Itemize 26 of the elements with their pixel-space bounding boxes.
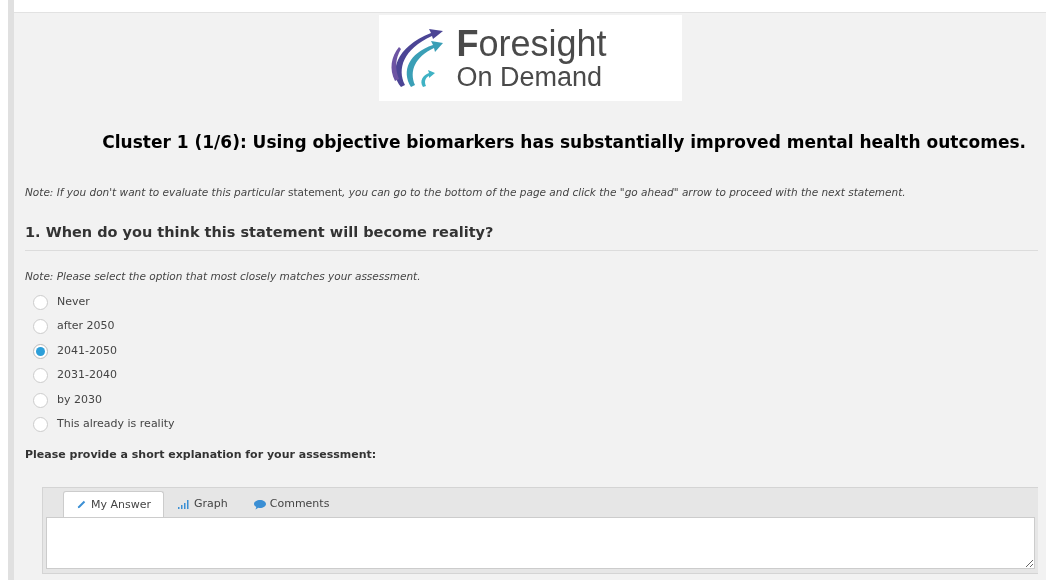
radio-option[interactable]: by 2030 bbox=[25, 391, 1038, 409]
tab[interactable]: Graph bbox=[166, 491, 240, 518]
question-heading: 1. When do you think this statement will become reality? bbox=[25, 223, 495, 243]
speech-bubble-icon bbox=[253, 498, 266, 510]
answer-field[interactable] bbox=[46, 517, 1035, 570]
radio-button[interactable] bbox=[33, 417, 48, 432]
radio-button[interactable] bbox=[33, 392, 48, 408]
pencil-icon bbox=[76, 499, 87, 511]
radio-button[interactable] bbox=[33, 319, 48, 334]
skip-note: Note: If you don't want to evaluate this particular statement, you can go to the bottom of the page and click the "go ahead" arrow to proceed with the next statement. bbox=[25, 184, 907, 200]
tab[interactable]: Comments bbox=[241, 491, 342, 518]
radio-button[interactable] bbox=[33, 294, 48, 310]
logo-title: Foresight bbox=[456, 25, 607, 62]
page-title: Cluster 1 (1/6): Using objective biomarkers has substantially improved mental health outcomes. bbox=[102, 131, 1026, 154]
bar-chart-icon bbox=[178, 499, 190, 510]
radio-button[interactable] bbox=[33, 343, 48, 359]
radio-option[interactable]: Never bbox=[25, 293, 1038, 311]
logo-subtitle: On Demand bbox=[456, 63, 603, 91]
tab[interactable]: My Answer bbox=[63, 491, 164, 518]
radio-option[interactable]: This already is reality bbox=[25, 416, 1038, 433]
radio-option[interactable]: 2031-2040 bbox=[25, 367, 1038, 384]
selection-note: Note: Please select the option that most closely matches your assessment. bbox=[25, 269, 422, 284]
radio-button[interactable] bbox=[33, 368, 48, 383]
radio-option[interactable]: after 2050 bbox=[25, 318, 1038, 335]
explanation-label: Please provide a short explanation for your assessment: bbox=[25, 446, 378, 463]
radio-option[interactable]: 2041-2050 bbox=[25, 342, 1038, 360]
